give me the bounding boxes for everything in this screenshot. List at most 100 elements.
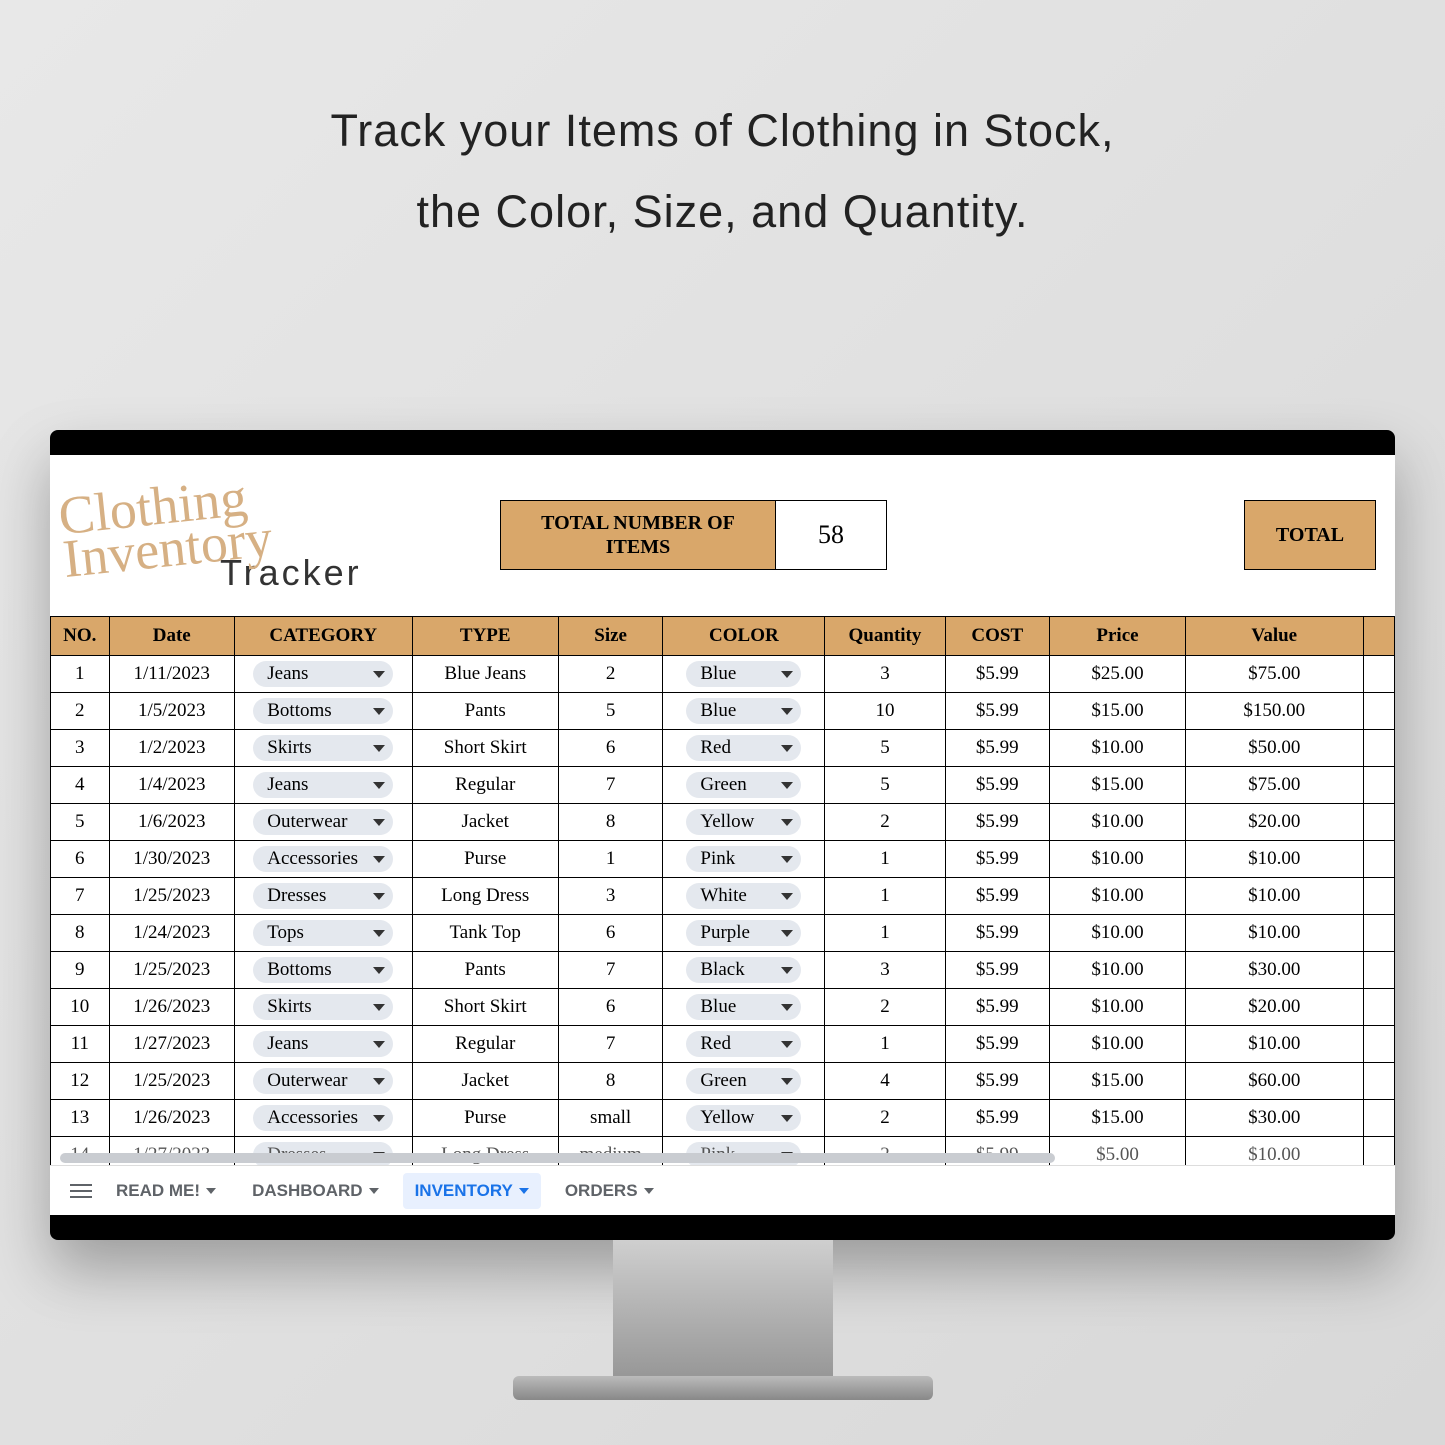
cell-overflow[interactable]: [1363, 804, 1394, 841]
cell-cost[interactable]: $5.99: [945, 767, 1050, 804]
header-date[interactable]: Date: [109, 617, 234, 656]
cell-color[interactable]: Red: [663, 730, 825, 767]
cell-no[interactable]: 2: [51, 693, 110, 730]
cell-value[interactable]: $75.00: [1185, 656, 1363, 693]
cell-cost[interactable]: $5.99: [945, 656, 1050, 693]
cell-cost[interactable]: $5.99: [945, 730, 1050, 767]
header-cost[interactable]: COST: [945, 617, 1050, 656]
cell-type[interactable]: Jacket: [412, 1063, 558, 1100]
cell-color[interactable]: White: [663, 878, 825, 915]
cell-quantity[interactable]: 1: [825, 1026, 945, 1063]
cell-no[interactable]: 8: [51, 915, 110, 952]
cell-color[interactable]: Green: [663, 1063, 825, 1100]
cell-category[interactable]: Skirts: [234, 730, 412, 767]
cell-no[interactable]: 9: [51, 952, 110, 989]
cell-type[interactable]: Tank Top: [412, 915, 558, 952]
color-dropdown[interactable]: Red: [686, 1031, 801, 1057]
cell-date[interactable]: 1/6/2023: [109, 804, 234, 841]
category-dropdown[interactable]: Tops: [253, 920, 393, 946]
color-dropdown[interactable]: Blue: [686, 994, 801, 1020]
cell-type[interactable]: Blue Jeans: [412, 656, 558, 693]
cell-quantity[interactable]: 5: [825, 767, 945, 804]
cell-price[interactable]: $10.00: [1050, 1026, 1186, 1063]
cell-quantity[interactable]: 3: [825, 952, 945, 989]
cell-overflow[interactable]: [1363, 915, 1394, 952]
cell-color[interactable]: Blue: [663, 989, 825, 1026]
cell-value[interactable]: $150.00: [1185, 693, 1363, 730]
category-dropdown[interactable]: Outerwear: [253, 1068, 393, 1094]
cell-overflow[interactable]: [1363, 730, 1394, 767]
tab-orders[interactable]: ORDERS: [553, 1173, 666, 1209]
cell-overflow[interactable]: [1363, 1063, 1394, 1100]
header-color[interactable]: COLOR: [663, 617, 825, 656]
cell-type[interactable]: Long Dress: [412, 878, 558, 915]
cell-color[interactable]: Blue: [663, 693, 825, 730]
cell-value[interactable]: $75.00: [1185, 767, 1363, 804]
cell-category[interactable]: Accessories: [234, 1100, 412, 1137]
cell-price[interactable]: $25.00: [1050, 656, 1186, 693]
color-dropdown[interactable]: Pink: [686, 846, 801, 872]
cell-category[interactable]: Skirts: [234, 989, 412, 1026]
table-row[interactable]: 41/4/2023JeansRegular7Green5$5.99$15.00$…: [51, 767, 1395, 804]
cell-overflow[interactable]: [1363, 841, 1394, 878]
header-value[interactable]: Value: [1185, 617, 1363, 656]
cell-size[interactable]: 8: [558, 1063, 663, 1100]
table-row[interactable]: 21/5/2023BottomsPants5Blue10$5.99$15.00$…: [51, 693, 1395, 730]
cell-color[interactable]: Blue: [663, 656, 825, 693]
header-no[interactable]: NO.: [51, 617, 110, 656]
cell-no[interactable]: 10: [51, 989, 110, 1026]
cell-date[interactable]: 1/25/2023: [109, 952, 234, 989]
cell-cost[interactable]: $5.99: [945, 878, 1050, 915]
cell-color[interactable]: Red: [663, 1026, 825, 1063]
cell-date[interactable]: 1/26/2023: [109, 1100, 234, 1137]
cell-size[interactable]: 5: [558, 693, 663, 730]
table-row[interactable]: 131/26/2023AccessoriesPursesmallYellow2$…: [51, 1100, 1395, 1137]
cell-quantity[interactable]: 1: [825, 841, 945, 878]
cell-no[interactable]: 7: [51, 878, 110, 915]
cell-quantity[interactable]: 1: [825, 915, 945, 952]
table-row[interactable]: 121/25/2023OuterwearJacket8Green4$5.99$1…: [51, 1063, 1395, 1100]
cell-overflow[interactable]: [1363, 767, 1394, 804]
cell-price[interactable]: $10.00: [1050, 804, 1186, 841]
cell-color[interactable]: Black: [663, 952, 825, 989]
cell-date[interactable]: 1/26/2023: [109, 989, 234, 1026]
category-dropdown[interactable]: Jeans: [253, 772, 393, 798]
cell-no[interactable]: 12: [51, 1063, 110, 1100]
cell-no[interactable]: 3: [51, 730, 110, 767]
cell-quantity[interactable]: 2: [825, 1100, 945, 1137]
cell-size[interactable]: 6: [558, 730, 663, 767]
cell-overflow[interactable]: [1363, 952, 1394, 989]
cell-category[interactable]: Accessories: [234, 841, 412, 878]
category-dropdown[interactable]: Skirts: [253, 735, 393, 761]
cell-price[interactable]: $10.00: [1050, 878, 1186, 915]
color-dropdown[interactable]: Yellow: [686, 1105, 801, 1131]
cell-price[interactable]: $15.00: [1050, 1063, 1186, 1100]
cell-cost[interactable]: $5.99: [945, 1100, 1050, 1137]
header-type[interactable]: TYPE: [412, 617, 558, 656]
header-size[interactable]: Size: [558, 617, 663, 656]
category-dropdown[interactable]: Accessories: [253, 846, 393, 872]
cell-cost[interactable]: $5.99: [945, 952, 1050, 989]
cell-overflow[interactable]: [1363, 1100, 1394, 1137]
category-dropdown[interactable]: Accessories: [253, 1105, 393, 1131]
tab-readme[interactable]: READ ME!: [104, 1173, 228, 1209]
category-dropdown[interactable]: Dresses: [253, 883, 393, 909]
table-row[interactable]: 11/11/2023JeansBlue Jeans2Blue3$5.99$25.…: [51, 656, 1395, 693]
category-dropdown[interactable]: Jeans: [253, 661, 393, 687]
cell-type[interactable]: Pants: [412, 693, 558, 730]
cell-color[interactable]: Green: [663, 767, 825, 804]
cell-overflow[interactable]: [1363, 656, 1394, 693]
tab-dashboard[interactable]: DASHBOARD: [240, 1173, 391, 1209]
table-row[interactable]: 71/25/2023DressesLong Dress3White1$5.99$…: [51, 878, 1395, 915]
cell-value[interactable]: $60.00: [1185, 1063, 1363, 1100]
cell-quantity[interactable]: 2: [825, 989, 945, 1026]
cell-date[interactable]: 1/11/2023: [109, 656, 234, 693]
category-dropdown[interactable]: Jeans: [253, 1031, 393, 1057]
color-dropdown[interactable]: Purple: [686, 920, 801, 946]
header-price[interactable]: Price: [1050, 617, 1186, 656]
cell-price[interactable]: $10.00: [1050, 730, 1186, 767]
cell-size[interactable]: 3: [558, 878, 663, 915]
cell-value[interactable]: $30.00: [1185, 1100, 1363, 1137]
cell-size[interactable]: small: [558, 1100, 663, 1137]
cell-type[interactable]: Purse: [412, 1100, 558, 1137]
